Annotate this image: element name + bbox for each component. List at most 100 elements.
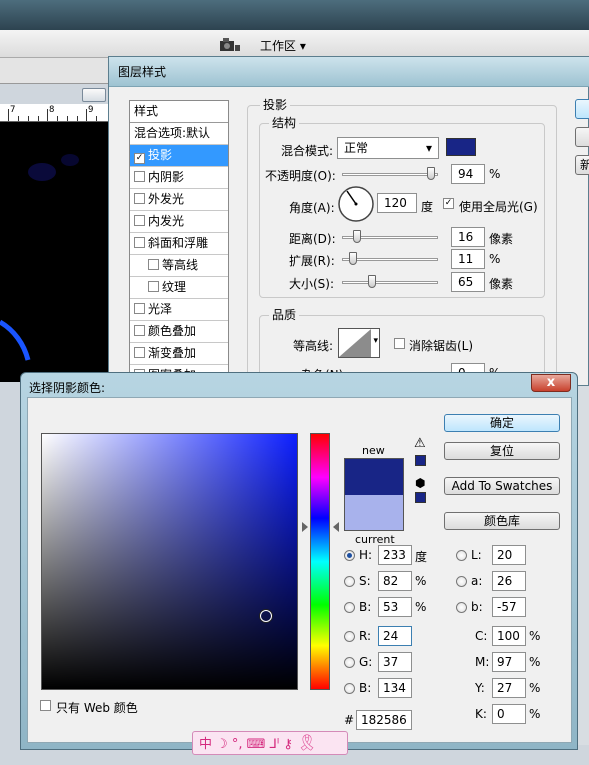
distance-unit: 像素 xyxy=(489,232,514,246)
angle-dial[interactable] xyxy=(337,185,375,223)
global-light-checkbox[interactable]: ✓ xyxy=(443,198,454,209)
h-input[interactable]: 233 xyxy=(378,545,412,565)
style-item[interactable]: 内阴影 xyxy=(130,167,228,189)
hex-label: # xyxy=(344,713,355,727)
cancel-button-partial[interactable] xyxy=(575,127,589,147)
style-item[interactable]: ✓ 投影 xyxy=(130,145,228,167)
ok-button-partial[interactable] xyxy=(575,99,589,119)
style-item[interactable]: 颜色叠加 xyxy=(130,321,228,343)
gamut-warning-icon[interactable]: ⚠ xyxy=(414,436,426,451)
workspace-menu[interactable]: 工作区 ▾ xyxy=(260,37,306,54)
opacity-unit: % xyxy=(489,167,501,181)
styles-list: 样式 混合选项:默认 ✓ 投影 内阴影 外发光 内发光 斜面和浮雕 等高线 纹理 光泽颜色叠加渐变… xyxy=(129,100,229,390)
hex-input[interactable]: 182586 xyxy=(356,710,412,730)
style-item-label: 颜色叠加 xyxy=(148,324,197,338)
a-radio[interactable] xyxy=(456,576,467,587)
dialog-title: 图层样式 xyxy=(118,65,167,79)
angle-input[interactable]: 120 xyxy=(377,193,417,213)
workspace-icon[interactable] xyxy=(219,37,241,53)
brightness-radio[interactable] xyxy=(344,602,355,613)
lab-b-input[interactable]: -57 xyxy=(492,597,526,617)
reset-button[interactable]: 复位 xyxy=(444,442,560,460)
lab-b-radio[interactable] xyxy=(456,602,467,613)
style-item-checkbox[interactable] xyxy=(134,347,145,358)
close-button[interactable]: x xyxy=(531,374,571,392)
r-input[interactable]: 24 xyxy=(378,626,412,646)
style-item[interactable]: 光泽 xyxy=(130,299,228,321)
gamut-color-swatch[interactable] xyxy=(415,455,426,466)
style-item[interactable]: 内发光 xyxy=(130,211,228,233)
minimize-button[interactable] xyxy=(82,88,106,102)
l-radio[interactable] xyxy=(456,550,467,561)
style-item-checkbox[interactable] xyxy=(134,325,145,336)
blend-mode-select[interactable]: 正常 ▾ xyxy=(337,137,439,159)
size-input[interactable]: 65 xyxy=(451,272,485,292)
style-item-checkbox[interactable] xyxy=(148,281,159,292)
c-input[interactable]: 100 xyxy=(492,626,526,646)
ok-button[interactable]: 确定 xyxy=(444,414,560,432)
web-color-swatch[interactable] xyxy=(415,492,426,503)
style-item[interactable]: 纹理 xyxy=(130,277,228,299)
color-field[interactable] xyxy=(41,433,298,690)
style-item[interactable]: 斜面和浮雕 xyxy=(130,233,228,255)
current-color-swatch[interactable] xyxy=(344,495,404,531)
ruler-mark: 8 xyxy=(49,105,55,115)
r-radio[interactable] xyxy=(344,631,355,642)
hue-arrow-right[interactable] xyxy=(333,522,339,532)
opacity-input[interactable]: 94 xyxy=(451,164,485,184)
shadow-color-swatch[interactable] xyxy=(446,138,476,156)
blue-input[interactable]: 134 xyxy=(378,678,412,698)
style-item-checkbox[interactable]: ✓ xyxy=(134,153,145,164)
brightness-unit: % xyxy=(415,600,427,614)
style-item[interactable]: 等高线 xyxy=(130,255,228,277)
add-to-swatches-button[interactable]: Add To Swatches xyxy=(444,477,560,495)
distance-slider-thumb[interactable] xyxy=(353,230,361,243)
contour-picker[interactable]: ▾ xyxy=(338,328,380,358)
g-radio[interactable] xyxy=(344,657,355,668)
hue-slider[interactable] xyxy=(310,433,330,690)
style-item[interactable]: 外发光 xyxy=(130,189,228,211)
style-item-checkbox[interactable] xyxy=(134,303,145,314)
size-label: 大小(S): xyxy=(289,277,335,291)
y-input[interactable]: 27 xyxy=(492,678,526,698)
spread-input[interactable]: 11 xyxy=(451,249,485,269)
style-item-checkbox[interactable] xyxy=(134,171,145,182)
spread-slider-thumb[interactable] xyxy=(349,252,357,265)
style-item-checkbox[interactable] xyxy=(134,193,145,204)
new-style-button[interactable]: 新 xyxy=(575,155,589,175)
color-libraries-button[interactable]: 颜色库 xyxy=(444,512,560,530)
antialias-checkbox[interactable] xyxy=(394,338,405,349)
h-radio[interactable] xyxy=(344,550,355,561)
g-input[interactable]: 37 xyxy=(378,652,412,672)
brightness-input[interactable]: 53 xyxy=(378,597,412,617)
blue-radio[interactable] xyxy=(344,683,355,694)
opacity-slider-thumb[interactable] xyxy=(426,167,435,180)
size-slider-track[interactable] xyxy=(342,281,438,284)
web-cube-icon[interactable]: ⬢ xyxy=(415,476,425,490)
ps-title-strip xyxy=(0,0,589,30)
a-input[interactable]: 26 xyxy=(492,571,526,591)
l-input[interactable]: 20 xyxy=(492,545,526,565)
k-input[interactable]: 0 xyxy=(492,704,526,724)
opacity-slider-track[interactable] xyxy=(342,173,438,176)
style-item-checkbox[interactable] xyxy=(148,259,159,270)
document-canvas[interactable] xyxy=(0,122,112,382)
m-input[interactable]: 97 xyxy=(492,652,526,672)
size-slider-thumb[interactable] xyxy=(368,275,376,288)
blend-mode-value: 正常 xyxy=(344,141,369,155)
ime-toolbar[interactable]: 中 ☽ °, ⌨ ⅃ᴵ ⚷ 🎗 xyxy=(192,731,348,755)
s-radio[interactable] xyxy=(344,576,355,587)
style-item-checkbox[interactable] xyxy=(134,237,145,248)
brightness-label: B: xyxy=(359,600,372,614)
distance-input[interactable]: 16 xyxy=(451,227,485,247)
styles-header[interactable]: 样式 xyxy=(130,101,228,123)
style-item[interactable]: 混合选项:默认 xyxy=(130,123,228,145)
s-input[interactable]: 82 xyxy=(378,571,412,591)
style-item[interactable]: 渐变叠加 xyxy=(130,343,228,365)
layer-style-titlebar[interactable]: 图层样式 xyxy=(109,57,589,87)
color-field-marker[interactable] xyxy=(260,610,272,622)
web-only-checkbox[interactable] xyxy=(40,700,51,711)
hue-arrow-left[interactable] xyxy=(302,522,308,532)
opacity-label: 不透明度(O): xyxy=(265,169,336,183)
style-item-checkbox[interactable] xyxy=(134,215,145,226)
